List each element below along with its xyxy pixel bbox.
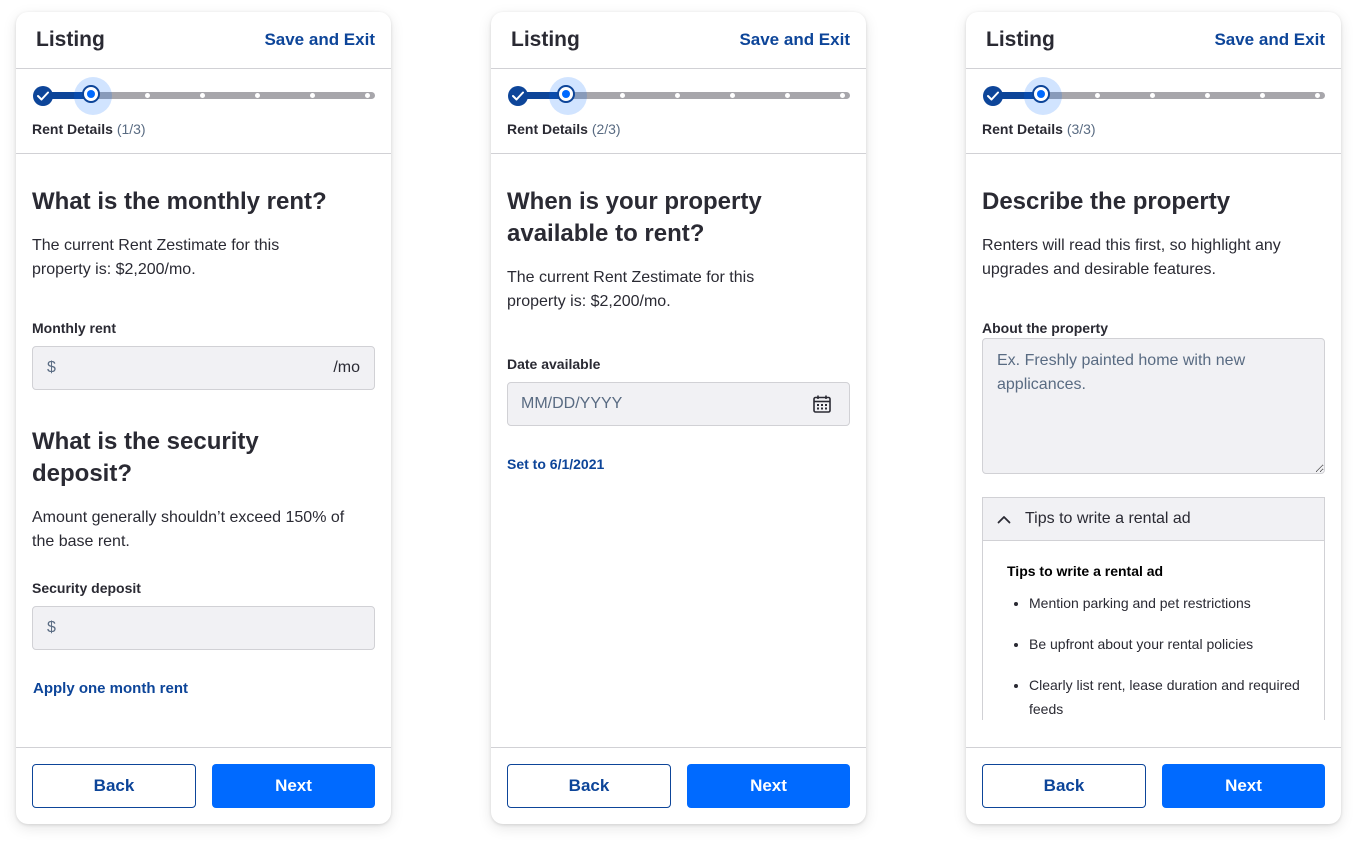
date-available-input[interactable]: MM/DD/YYYY: [507, 382, 850, 426]
step-dot: [255, 93, 260, 98]
back-button[interactable]: Back: [982, 764, 1146, 808]
rent-description: The current Rent Zestimate for this prop…: [32, 237, 280, 278]
step-dot: [200, 93, 205, 98]
check-icon: [508, 86, 528, 106]
tips-title: Tips to write a rental ad: [1007, 563, 1164, 579]
step-dot: [365, 93, 370, 98]
current-step-marker: [82, 85, 100, 103]
step-dot: [145, 93, 150, 98]
availability-heading: When is your property available to rent?: [507, 188, 762, 247]
monthly-rent-label: Monthly rent: [32, 320, 116, 336]
date-placeholder: MM/DD/YYYY: [521, 395, 623, 412]
list-item: Be upfront about your rental policies: [1029, 632, 1300, 656]
next-button[interactable]: Next: [1162, 764, 1325, 808]
step-count: (3/3): [1066, 121, 1096, 137]
header-bar: Listing Save and Exit: [16, 12, 391, 69]
availability-description: The current Rent Zestimate for this prop…: [507, 269, 755, 310]
step-dot: [620, 93, 625, 98]
step-dot: [785, 93, 790, 98]
footer-bar: Back Next: [16, 747, 391, 824]
save-and-exit-link[interactable]: Save and Exit: [1214, 30, 1325, 50]
back-button[interactable]: Back: [507, 764, 671, 808]
deposit-description: Amount generally shouldn’t exceed 150% o…: [32, 509, 345, 550]
step-dot: [1260, 93, 1265, 98]
footer-bar: Back Next: [966, 747, 1341, 824]
current-step-marker: [1032, 85, 1050, 103]
step-label: Rent Details (2/3): [507, 121, 621, 137]
tips-content: Tips to write a rental ad Mention parkin…: [983, 541, 1324, 720]
security-deposit-label: Security deposit: [32, 580, 141, 596]
description-screen: Listing Save and Exit Rent Details (3/3)…: [966, 12, 1341, 824]
step-label: Rent Details (3/3): [982, 121, 1096, 137]
step-dot: [1205, 93, 1210, 98]
per-month-suffix: /mo: [333, 359, 360, 376]
list-item: Clearly list rent, lease duration and re…: [1029, 673, 1300, 720]
apply-one-month-rent-link[interactable]: Apply one month rent: [33, 680, 188, 697]
tips-accordion: Tips to write a rental ad Tips to write …: [982, 497, 1325, 720]
footer-bar: Back Next: [491, 747, 866, 824]
rent-screen: Listing Save and Exit Rent Details (1/3)…: [16, 12, 391, 824]
step-title: Rent Details: [32, 121, 113, 137]
currency-prefix: $: [47, 359, 56, 376]
header-bar: Listing Save and Exit: [966, 12, 1341, 69]
calendar-icon[interactable]: [812, 394, 832, 414]
set-default-date-link[interactable]: Set to 6/1/2021: [507, 456, 604, 472]
about-property-textarea[interactable]: [982, 338, 1325, 474]
security-deposit-input[interactable]: $: [32, 606, 375, 650]
tips-accordion-toggle[interactable]: Tips to write a rental ad: [983, 498, 1324, 541]
check-icon: [33, 86, 53, 106]
progress-stepper: Rent Details (3/3): [966, 69, 1341, 154]
describe-heading: Describe the property: [982, 188, 1231, 215]
about-property-label: About the property: [982, 320, 1108, 336]
step-title: Rent Details: [982, 121, 1063, 137]
step-dot: [675, 93, 680, 98]
tips-accordion-label: Tips to write a rental ad: [1025, 510, 1191, 527]
date-available-label: Date available: [507, 356, 601, 372]
chevron-up-icon: [997, 515, 1011, 524]
monthly-rent-input[interactable]: $ /mo: [32, 346, 375, 390]
next-button[interactable]: Next: [687, 764, 850, 808]
step-label: Rent Details (1/3): [32, 121, 146, 137]
step-dot: [840, 93, 845, 98]
step-dot: [310, 93, 315, 98]
step-count: (1/3): [116, 121, 146, 137]
tips-list: Mention parking and pet restrictions Be …: [1007, 591, 1300, 720]
currency-prefix: $: [47, 619, 56, 636]
step-dot: [1095, 93, 1100, 98]
current-step-marker: [557, 85, 575, 103]
step-dot: [1315, 93, 1320, 98]
availability-screen: Listing Save and Exit Rent Details (2/3)…: [491, 12, 866, 824]
step-title: Rent Details: [507, 121, 588, 137]
page-title: Listing: [36, 28, 105, 51]
save-and-exit-link[interactable]: Save and Exit: [264, 30, 375, 50]
describe-description: Renters will read this first, so highlig…: [982, 237, 1281, 278]
next-button[interactable]: Next: [212, 764, 375, 808]
deposit-heading: What is the security deposit?: [32, 428, 259, 487]
back-button[interactable]: Back: [32, 764, 196, 808]
page-title: Listing: [986, 28, 1055, 51]
step-dot: [730, 93, 735, 98]
list-item: Mention parking and pet restrictions: [1029, 591, 1300, 615]
step-count: (2/3): [591, 121, 621, 137]
check-icon: [983, 86, 1003, 106]
rent-heading: What is the monthly rent?: [32, 188, 327, 215]
step-dot: [1150, 93, 1155, 98]
header-bar: Listing Save and Exit: [491, 12, 866, 69]
progress-stepper: Rent Details (1/3): [16, 69, 391, 154]
page-title: Listing: [511, 28, 580, 51]
progress-stepper: Rent Details (2/3): [491, 69, 866, 154]
save-and-exit-link[interactable]: Save and Exit: [739, 30, 850, 50]
